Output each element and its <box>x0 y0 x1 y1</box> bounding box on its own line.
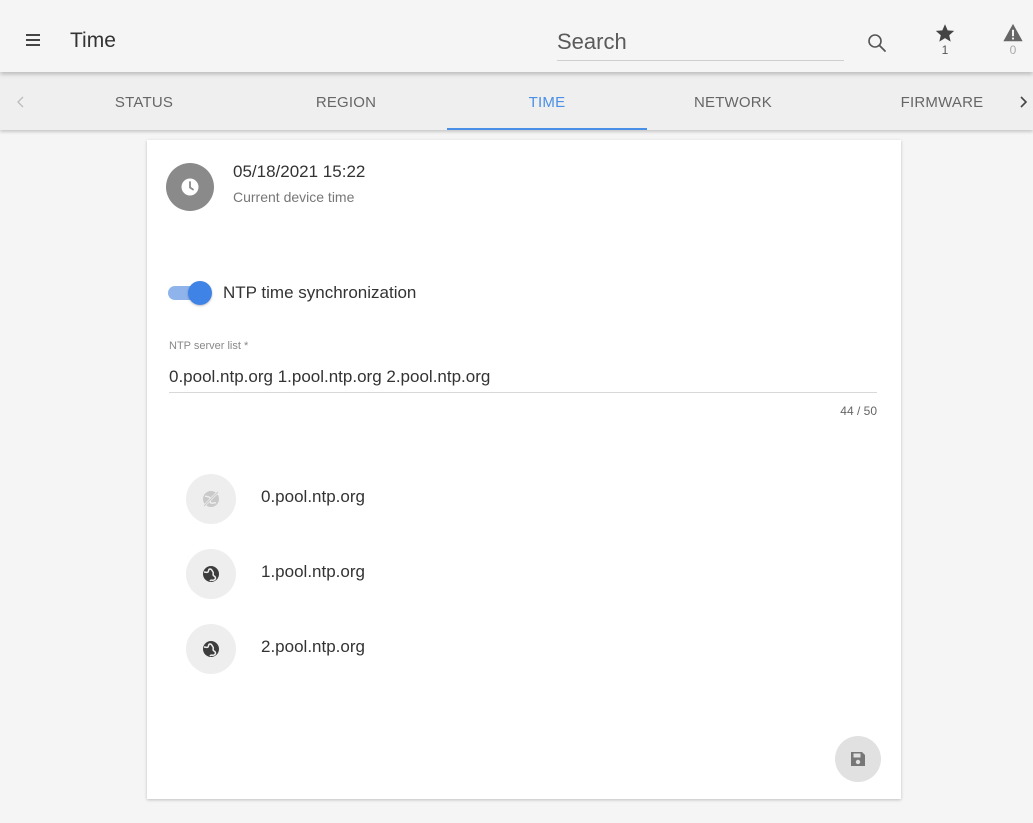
chevron-right-icon <box>1020 96 1028 108</box>
save-icon <box>851 752 865 766</box>
ntp-server-list-label: NTP server list * <box>169 340 249 352</box>
ntp-sync-toggle[interactable] <box>168 281 212 305</box>
ntp-server-list-input[interactable] <box>169 362 877 393</box>
server-status-avatar <box>186 549 236 599</box>
clock-avatar <box>166 163 214 211</box>
tab-network[interactable]: NETWORK <box>633 74 833 130</box>
active-tab-indicator <box>447 128 647 130</box>
server-list-item-2[interactable]: 2.pool.ntp.org <box>186 624 786 674</box>
alerts-count: 0 <box>1009 43 1017 57</box>
toggle-thumb <box>188 281 212 305</box>
globe-icon <box>203 566 219 582</box>
favorites-button[interactable]: 1 <box>932 22 958 56</box>
favorites-count: 1 <box>941 43 949 57</box>
page-title: Time <box>70 29 116 52</box>
tab-time[interactable]: TIME <box>447 74 647 130</box>
server-list-item-1[interactable]: 1.pool.ntp.org <box>186 549 786 599</box>
globe-off-icon <box>203 491 219 507</box>
ntp-sync-label: NTP time synchronization <box>223 283 417 302</box>
menu-icon[interactable] <box>26 34 40 46</box>
character-counter: 44 / 50 <box>840 404 877 418</box>
time-settings-card: 05/18/2021 15:22 Current device time NTP… <box>147 140 901 799</box>
globe-icon <box>203 641 219 657</box>
server-name: 2.pool.ntp.org <box>261 637 365 656</box>
chevron-left-icon <box>17 96 24 108</box>
search-icon[interactable] <box>866 32 888 54</box>
search-field[interactable] <box>557 26 844 61</box>
server-name: 1.pool.ntp.org <box>261 562 365 581</box>
tab-bar: STATUS REGION TIME NETWORK FIRMWARE <box>0 74 1033 130</box>
app-bar: Time 1 0 <box>0 0 1033 72</box>
save-button[interactable] <box>835 736 881 782</box>
server-list-item-0[interactable]: 0.pool.ntp.org <box>186 474 786 524</box>
tab-region[interactable]: REGION <box>246 74 446 130</box>
device-time-value: 05/18/2021 15:22 <box>233 162 366 181</box>
search-input[interactable] <box>557 26 844 58</box>
device-time-caption: Current device time <box>233 189 355 205</box>
tabs-scroll-right-button[interactable] <box>1013 74 1033 130</box>
server-status-avatar <box>186 624 236 674</box>
server-status-avatar <box>186 474 236 524</box>
tab-status[interactable]: STATUS <box>44 74 244 130</box>
clock-icon <box>181 178 199 196</box>
tab-firmware[interactable]: FIRMWARE <box>842 74 1033 130</box>
star-icon <box>935 24 955 42</box>
tabs-scroll-left-button[interactable] <box>6 74 36 130</box>
server-name: 0.pool.ntp.org <box>261 487 365 506</box>
warning-icon <box>1003 23 1023 42</box>
alerts-button[interactable]: 0 <box>1000 22 1026 56</box>
